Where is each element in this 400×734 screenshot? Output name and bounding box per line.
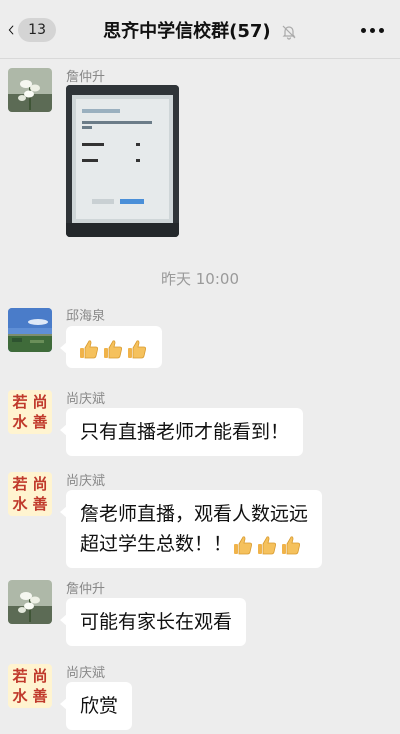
chat-title: 思齐中学信校群(57)	[103, 21, 271, 42]
message-bubble[interactable]: 可能有家长在观看	[59, 598, 247, 646]
message-bubble[interactable]	[60, 326, 162, 368]
chat-header: 13 思齐中学信校群(57)	[0, 0, 400, 59]
chat-title-area[interactable]: 思齐中学信校群(57)	[0, 17, 400, 43]
message-text-line: 詹老师直播，观看人数远远	[80, 503, 309, 525]
more-options-button[interactable]	[361, 28, 384, 33]
avatar-seal[interactable]: 若 尚 水 善	[8, 472, 52, 516]
avatar-seal[interactable]: 若 尚 水 善	[8, 664, 52, 708]
thumbs-up-icon	[282, 535, 301, 554]
sender-name: 尚庆斌	[66, 392, 106, 407]
dot-icon	[379, 28, 384, 33]
thumbs-up-icon	[128, 339, 146, 358]
thumbs-up-icon	[234, 535, 253, 554]
sender-name: 尚庆斌	[66, 666, 106, 681]
sender-name: 詹仲升	[66, 70, 106, 85]
thumbs-up-icon	[258, 535, 277, 554]
sender-name: 邱海泉	[66, 309, 106, 324]
avatar-landscape[interactable]	[8, 308, 52, 352]
timestamp-divider: 昨天 10:00	[161, 270, 239, 288]
mute-bell-icon	[282, 25, 296, 40]
message-bubble[interactable]: 詹老师直播，观看人数远远 超过学生总数！！	[59, 490, 323, 568]
dot-icon	[370, 28, 375, 33]
dot-icon	[361, 28, 366, 33]
thumbs-up-icon	[80, 339, 98, 358]
thumbs-up-icon	[104, 339, 122, 358]
message-bubble[interactable]: 欣赏	[59, 682, 133, 730]
sender-name: 尚庆斌	[66, 474, 106, 489]
message-bubble[interactable]: 只有直播老师才能看到！	[59, 408, 304, 456]
avatar-flower[interactable]	[8, 68, 52, 112]
message-text-line-2: 超过学生总数！！	[80, 529, 308, 559]
shared-photo[interactable]	[66, 85, 179, 237]
avatar-seal[interactable]: 若 尚 水 善	[8, 390, 52, 434]
avatar-flower[interactable]	[8, 580, 52, 624]
sender-name: 詹仲升	[66, 582, 106, 597]
